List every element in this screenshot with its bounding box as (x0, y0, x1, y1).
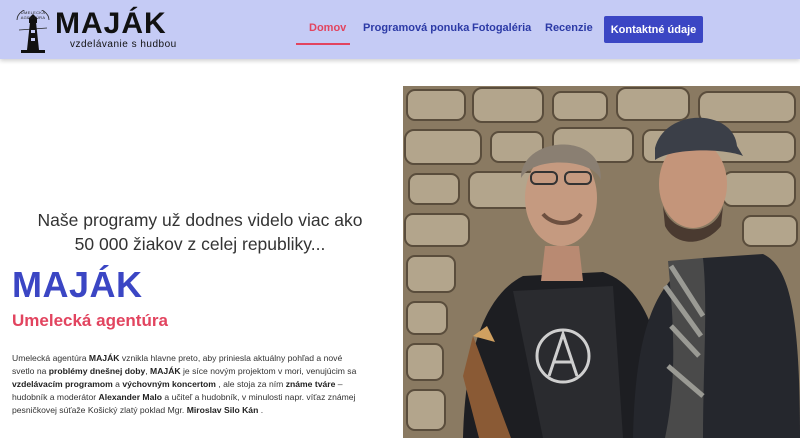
paragraph-bold-run: MAJÁK (150, 365, 181, 376)
paragraph-bold-run: výchovným koncertom (122, 378, 216, 389)
brand-subheading: Umelecká agentúra (12, 311, 168, 330)
nav-item-programova-ponuka[interactable]: Programová ponuka (363, 22, 469, 34)
intro-line-1: Naše programy už dodnes videlo viac ako (37, 210, 363, 230)
logo-title: MAJÁK (55, 7, 167, 40)
contact-button[interactable]: Kontaktné údaje (604, 16, 703, 43)
paragraph-bold-run: vzdelávacím programom (12, 378, 113, 389)
nav-item-recenzie[interactable]: Recenzie (545, 22, 593, 34)
logo-subtitle: vzdelávanie s hudbou (70, 39, 177, 50)
paragraph-bold-run: známe tváre (285, 378, 336, 389)
nav-item-domov[interactable]: Domov (309, 22, 346, 34)
paragraph-run: , ale stoja za ním (215, 378, 286, 389)
paragraph-run: . (258, 404, 264, 415)
hero-photo (403, 86, 800, 438)
logo[interactable]: UMELECKÁ AGENTÚRA MAJÁK vzdelávanie s hu… (13, 8, 176, 54)
paragraph-run: a (112, 378, 123, 389)
paragraph-bold-run: MAJÁK (88, 352, 120, 363)
about-paragraph: Umelecká agentúra MAJÁK vznikla hlavne p… (12, 352, 357, 417)
paragraph-bold-run: Alexander Malo (98, 391, 163, 402)
hero-photo-illustration (403, 86, 800, 438)
paragraph-run: Umelecká agentúra (12, 352, 89, 363)
brand-heading: MAJÁK (12, 264, 143, 305)
site-header: UMELECKÁ AGENTÚRA MAJÁK vzdelávanie s hu… (0, 0, 800, 59)
paragraph-bold-run: problémy dnešnej doby (48, 365, 146, 376)
logo-tiny-text: UMELECKÁ AGENTÚRA (20, 10, 46, 20)
paragraph-bold-run: Miroslav Silo Kán (186, 404, 259, 415)
intro-line-2: 50 000 žiakov z celej republiky... (74, 234, 326, 254)
nav-active-indicator (296, 43, 350, 45)
intro-text: Naše programy už dodnes videlo viac ako … (0, 208, 400, 256)
paragraph-run: je síce novým projektom v mori, venujúci… (180, 365, 357, 376)
nav-item-fotogaleria[interactable]: Fotogaléria (472, 22, 531, 34)
